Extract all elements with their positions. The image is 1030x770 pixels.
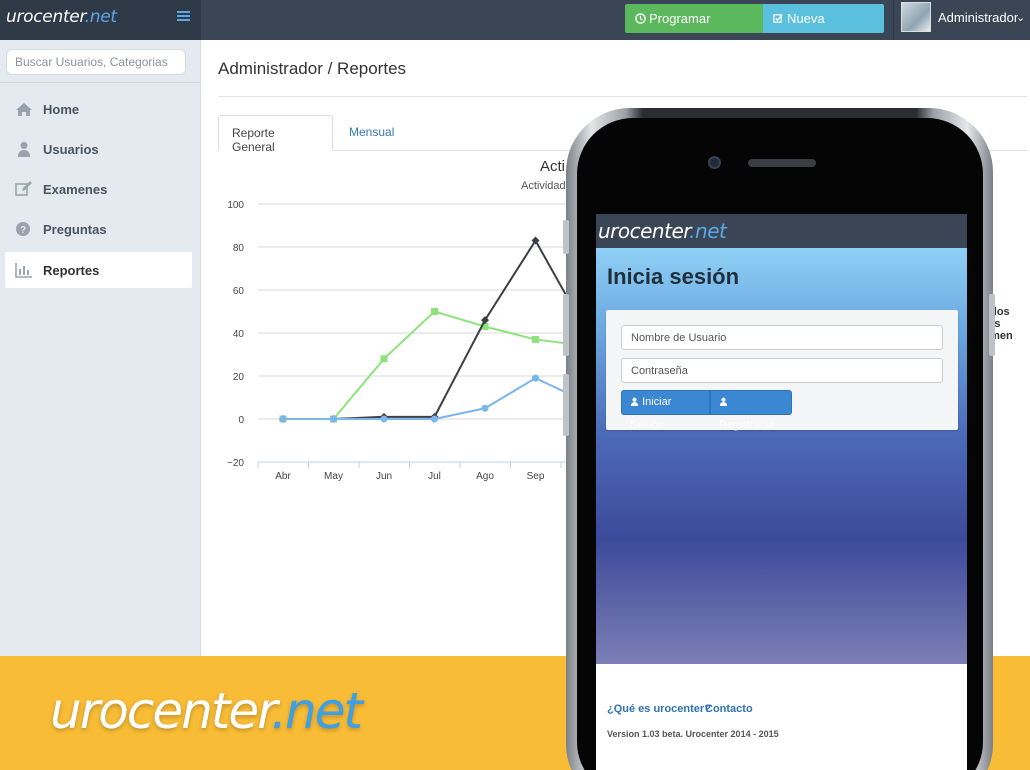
new-question-button[interactable]: Nueva Pregunta [763, 4, 884, 55]
chevron-down-icon[interactable]: ⌄ [1016, 11, 1025, 24]
mobile-brand-suffix: .net [689, 219, 727, 243]
mobile-brand-logo[interactable]: urocenter.net [598, 219, 727, 243]
banner-logo-suffix: .net [271, 682, 363, 740]
home-icon [16, 103, 32, 116]
tab-reporte-general[interactable]: Reporte General [218, 115, 333, 154]
phone-camera [708, 156, 721, 169]
login-button[interactable]: Iniciar Sesión [621, 390, 710, 431]
x-tick-label: May [324, 471, 343, 482]
sidebar-item-label: Reportes [43, 263, 100, 278]
sidebar-item-home[interactable]: Home [5, 91, 192, 127]
svg-text:?: ? [20, 225, 26, 236]
y-tick-label: 60 [233, 286, 245, 297]
brand-logo[interactable]: urocenter.net [6, 7, 117, 27]
sidebar-item-reportes[interactable]: Reportes [5, 252, 192, 288]
sidebar-divider [0, 82, 200, 83]
brand-area: urocenter.net [0, 0, 201, 40]
banner-logo: urocenter.net [50, 682, 363, 740]
x-tick-label: Ago [476, 471, 494, 482]
user-divider [893, 0, 894, 40]
question-icon: ? [16, 222, 30, 236]
page-title: Administrador / Reportes [218, 59, 407, 78]
phone-volume-button [563, 294, 569, 356]
sidebar-item-label: Home [43, 102, 80, 117]
y-tick-label: 0 [238, 415, 244, 426]
about-link[interactable]: ¿Qué es urocenter? [607, 703, 711, 715]
sidebar-item-label: Examenes [43, 182, 108, 197]
user-menu-name[interactable]: Administrador [938, 10, 1018, 25]
menu-toggle-icon[interactable] [177, 11, 190, 24]
y-tick-label: 80 [233, 243, 245, 254]
mobile-login-title: Inicia sesión [607, 264, 740, 289]
avatar[interactable] [901, 2, 931, 32]
mobile-header: urocenter.net [596, 214, 967, 248]
username-input[interactable] [621, 325, 943, 350]
phone-speaker [748, 159, 816, 167]
data-point [279, 415, 287, 423]
contact-link[interactable]: Contacto [705, 703, 753, 715]
sidebar: Home Usuarios Examenes ? Preguntas Repor… [0, 40, 201, 656]
register-button-label: Registrarse [719, 419, 776, 431]
brand-text: urocenter [6, 7, 85, 27]
phone-power-button [989, 294, 995, 356]
x-tick-label: Jun [376, 471, 392, 482]
y-tick-label: −20 [227, 458, 244, 469]
series-line [283, 377, 580, 420]
top-navbar: urocenter.net Programar Examen Nueva Pre… [0, 0, 1030, 55]
clock-icon [635, 13, 646, 24]
mobile-brand-text: urocenter [598, 219, 690, 243]
edit-icon [15, 181, 32, 196]
title-divider [218, 96, 1027, 97]
data-point [431, 308, 438, 315]
y-tick-label: 20 [233, 372, 245, 383]
data-point [380, 415, 388, 423]
sidebar-item-examenes[interactable]: Examenes [5, 171, 192, 207]
y-tick-label: 100 [227, 200, 244, 211]
phone-screen: urocenter.net Inicia sesión Iniciar Sesi… [596, 214, 967, 770]
checkbox-edit-icon [773, 14, 783, 23]
sidebar-item-preguntas[interactable]: ? Preguntas [5, 211, 192, 247]
data-point [330, 415, 337, 423]
bar-chart-icon [15, 263, 32, 278]
user-icon [18, 142, 30, 157]
x-tick-label: Abr [275, 471, 291, 482]
sidebar-item-label: Usuarios [43, 142, 99, 157]
sidebar-item-usuarios[interactable]: Usuarios [5, 131, 192, 167]
register-button[interactable]: Registrarse [710, 390, 792, 431]
login-card: Iniciar Sesión Registrarse [606, 310, 958, 431]
activity-line-chart: −20020406080100AbrMayJunJulAgoSepOct [227, 200, 580, 482]
data-point [532, 335, 539, 343]
series-line [283, 310, 580, 420]
phone-volume-button [563, 220, 569, 254]
data-point [431, 415, 438, 423]
y-tick-label: 40 [233, 329, 245, 340]
x-tick-label: Sep [527, 471, 545, 482]
x-tick-label: Jul [428, 471, 441, 482]
sidebar-item-label: Preguntas [43, 222, 107, 237]
brand-suffix: .net [84, 7, 117, 27]
schedule-exam-button[interactable]: Programar Examen [625, 4, 763, 55]
schedule-exam-label: Programar Examen [635, 11, 711, 55]
series-line [283, 238, 580, 420]
version-text: Version 1.03 beta. Urocenter 2014 - 2015 [607, 729, 779, 739]
banner-logo-text: urocenter [50, 682, 273, 740]
mobile-footer [596, 664, 967, 770]
user-icon [719, 397, 728, 406]
phone-volume-button [563, 374, 569, 436]
user-icon [630, 397, 639, 406]
search-input[interactable] [6, 49, 186, 75]
password-input[interactable] [621, 358, 943, 383]
data-point [380, 355, 388, 363]
tab-mensual[interactable]: Mensual [336, 115, 407, 151]
data-point [532, 374, 539, 382]
data-point [481, 404, 489, 412]
